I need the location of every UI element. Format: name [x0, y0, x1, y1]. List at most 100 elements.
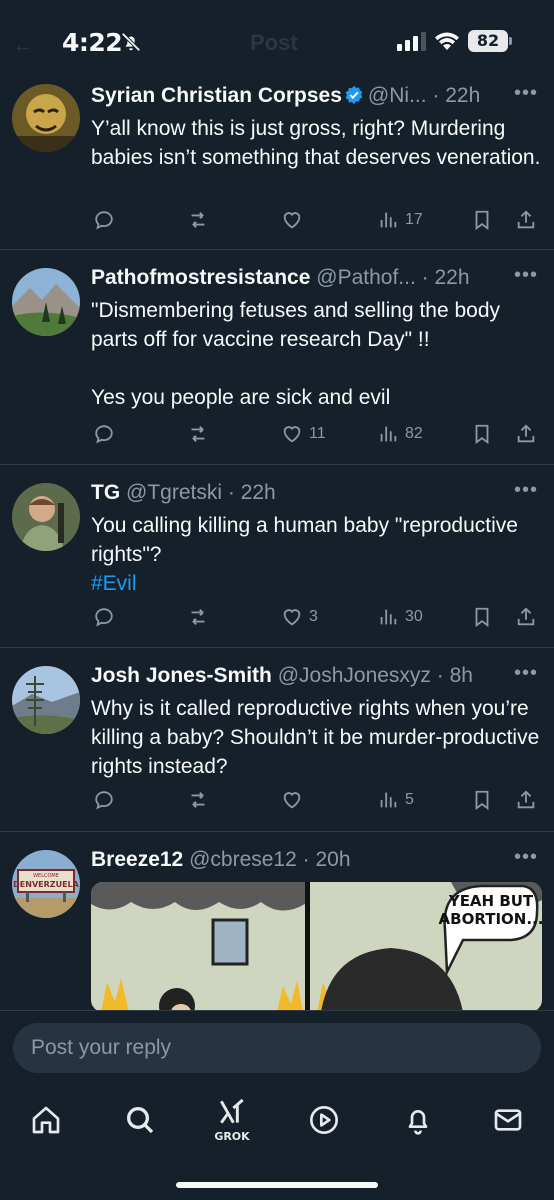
timestamp: 22h	[240, 481, 276, 504]
handle: @cbrese12	[189, 848, 297, 871]
bookmark-button[interactable]	[471, 605, 493, 629]
nav-video[interactable]	[306, 1102, 342, 1138]
more-options-icon[interactable]: •••	[514, 662, 538, 685]
reply-tweet[interactable]: Syrian Christian Corpses @Ni... · 22h •••…	[0, 70, 554, 250]
reply-input[interactable]: Post your reply	[13, 1023, 541, 1073]
share-button[interactable]	[515, 422, 537, 446]
share-button[interactable]	[515, 208, 537, 232]
repost-button[interactable]	[187, 605, 209, 629]
separator: ·	[296, 848, 316, 871]
display-name[interactable]: TG	[91, 481, 120, 504]
home-icon	[32, 1106, 60, 1134]
repost-button[interactable]	[187, 422, 209, 446]
views-button[interactable]: 5	[377, 788, 414, 812]
reply-tweet[interactable]: TG @Tgretski · 22h ••• You calling killi…	[0, 465, 554, 648]
tweet-text: Why is it called reproductive rights whe…	[91, 697, 540, 778]
action-bar: 11 82	[91, 422, 541, 446]
reply-button[interactable]	[93, 422, 115, 446]
views-chart-icon	[380, 609, 397, 625]
view-count: 5	[405, 791, 414, 808]
silent-bell-icon	[121, 32, 141, 52]
share-button[interactable]	[515, 788, 537, 812]
display-name[interactable]: Pathofmostresistance	[91, 266, 310, 289]
play-circle-icon	[310, 1106, 338, 1134]
like-button[interactable]	[281, 788, 309, 812]
nav-messages[interactable]	[490, 1102, 526, 1138]
nav-notifications[interactable]	[400, 1102, 436, 1138]
bookmark-icon	[475, 607, 489, 628]
handle: @Tgretski	[126, 481, 223, 504]
views-button[interactable]: 17	[377, 208, 423, 232]
views-button[interactable]: 30	[377, 605, 423, 629]
more-options-icon[interactable]: •••	[514, 82, 538, 105]
more-options-icon[interactable]: •••	[514, 479, 538, 502]
handle: @JoshJonesxyz	[277, 664, 431, 687]
separator: ·	[415, 266, 435, 289]
bell-icon	[408, 1110, 428, 1135]
view-count: 30	[405, 608, 423, 625]
meme-image[interactable]: YEAH BUT ABORTION...	[91, 882, 542, 1010]
like-button[interactable]: 3	[281, 605, 318, 629]
timestamp: 22h	[445, 84, 481, 107]
nav-grok[interactable]	[214, 1094, 250, 1130]
reply-tweet[interactable]: Josh Jones-Smith @JoshJonesxyz · 8h ••• …	[0, 648, 554, 832]
reply-tweet[interactable]: WELCOME DENVERZUELA Breeze12 @cbrese12 ·…	[0, 832, 554, 1010]
avatar[interactable]: WELCOME DENVERZUELA	[12, 850, 80, 918]
heart-icon	[283, 426, 301, 443]
tweet-header: Josh Jones-Smith @JoshJonesxyz · 8h	[91, 664, 473, 688]
bottom-nav: GROK	[0, 1090, 554, 1200]
more-options-icon[interactable]: •••	[514, 264, 538, 287]
reply-button[interactable]	[93, 605, 115, 629]
battery-indicator: 82	[468, 30, 508, 52]
bookmark-button[interactable]	[471, 208, 493, 232]
bookmark-icon	[475, 790, 489, 811]
share-button[interactable]	[515, 605, 537, 629]
like-button[interactable]	[281, 208, 309, 232]
view-count: 82	[405, 425, 423, 442]
views-button[interactable]: 82	[377, 422, 423, 446]
display-name[interactable]: Breeze12	[91, 848, 183, 871]
avatar[interactable]	[12, 483, 80, 551]
avatar[interactable]	[12, 666, 80, 734]
hashtag-link[interactable]: #Evil	[91, 572, 137, 595]
replies-feed[interactable]: Syrian Christian Corpses @Ni... · 22h •••…	[0, 70, 554, 1010]
nav-search[interactable]	[122, 1102, 158, 1138]
tweet-header: TG @Tgretski · 22h	[91, 481, 276, 505]
share-icon	[517, 424, 535, 443]
view-count: 17	[405, 211, 423, 228]
action-bar: 5	[91, 788, 541, 812]
bookmark-button[interactable]	[471, 422, 493, 446]
avatar[interactable]	[12, 268, 80, 336]
repost-button[interactable]	[187, 788, 209, 812]
repost-icon	[191, 792, 205, 808]
display-name[interactable]: Josh Jones-Smith	[91, 664, 272, 687]
like-button[interactable]: 11	[281, 422, 326, 446]
like-count: 3	[309, 608, 318, 625]
reply-tweet[interactable]: Pathofmostresistance @Pathof... · 22h ••…	[0, 250, 554, 465]
nav-home[interactable]	[28, 1102, 64, 1138]
share-icon	[517, 210, 535, 229]
verified-badge-icon	[345, 85, 363, 105]
like-count: 11	[309, 425, 326, 442]
repost-icon	[191, 609, 205, 625]
reply-button[interactable]	[93, 788, 115, 812]
more-options-icon[interactable]: •••	[514, 846, 538, 869]
search-icon	[127, 1107, 154, 1134]
bookmark-button[interactable]	[471, 788, 493, 812]
handle: @Pathof...	[316, 266, 416, 289]
envelope-icon	[494, 1109, 522, 1131]
avatar[interactable]	[12, 84, 80, 152]
reply-icon	[95, 791, 113, 810]
cellular-signal-icon	[397, 32, 426, 51]
tweet-header: Syrian Christian Corpses @Ni... · 22h	[91, 84, 480, 108]
back-button[interactable]: ←	[12, 32, 34, 58]
separator: ·	[430, 664, 450, 687]
display-name[interactable]: Syrian Christian Corpses	[91, 84, 342, 107]
heart-icon	[283, 609, 301, 626]
repost-icon	[191, 212, 205, 228]
battery-tip	[509, 37, 512, 45]
reply-button[interactable]	[93, 208, 115, 232]
repost-button[interactable]	[187, 208, 209, 232]
heart-icon	[283, 212, 301, 229]
home-indicator	[176, 1182, 378, 1188]
